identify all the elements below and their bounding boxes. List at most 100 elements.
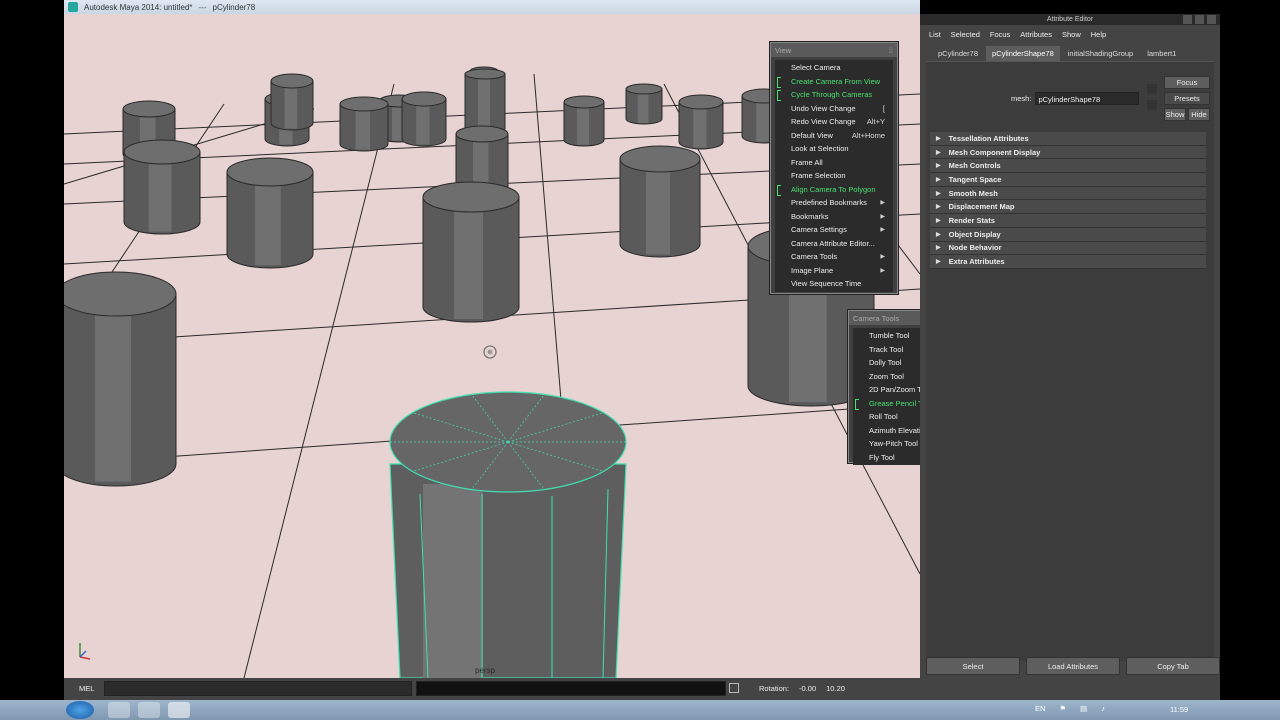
attribute-section-header[interactable]: ▶ Displacement Map (930, 200, 1206, 215)
view-menu-item[interactable]: View Sequence Time (775, 277, 893, 291)
clock[interactable]: 11:59 (1170, 705, 1188, 714)
attribute-section-header[interactable]: ▶ Extra Attributes (930, 255, 1206, 269)
view-menu-item[interactable]: Select Camera (775, 61, 893, 75)
view-menu-item[interactable]: Align Camera To Polygon (775, 183, 893, 197)
explorer-taskbar-icon[interactable] (108, 702, 130, 718)
expand-triangle-icon[interactable]: ▶ (936, 149, 941, 156)
minimize-icon[interactable] (1183, 15, 1192, 24)
expand-triangle-icon[interactable]: ▶ (936, 258, 941, 265)
attribute-section-header[interactable]: ▶ Object Display (930, 227, 1206, 242)
view-menu-item[interactable]: Camera Attribute Editor... (775, 237, 893, 251)
attribute-section-header[interactable]: ▶ Node Behavior (930, 241, 1206, 256)
tab-node[interactable]: initialShadingGroup (1061, 46, 1140, 61)
close-icon[interactable] (1207, 15, 1216, 24)
flag-icon[interactable]: ⚑ (1059, 704, 1066, 713)
expand-triangle-icon[interactable]: ▶ (936, 231, 941, 238)
rotation-y-value: 10.20 (826, 684, 845, 693)
focus-button[interactable]: Focus (1164, 76, 1210, 89)
cylinder-cap (563, 95, 605, 109)
menu-item-label: Roll Tool (869, 412, 898, 422)
tear-off-icon[interactable]: ⁞⁞ (889, 46, 893, 55)
menu-show[interactable]: Show (1062, 30, 1081, 39)
menu-item-label: Tumble Tool (869, 331, 910, 341)
tab-node[interactable]: pCylinder78 (932, 46, 985, 61)
section-label: Mesh Component Display (948, 147, 1041, 157)
view-menu-item[interactable]: Default View Alt+Home (775, 129, 893, 143)
section-label: Displacement Map (948, 202, 1015, 212)
network-icon[interactable]: ▤ (1080, 704, 1087, 713)
view-menu-item[interactable]: Predefined Bookmarks ▶ (775, 196, 893, 210)
menu-list[interactable]: List (929, 30, 941, 39)
select-button[interactable]: Select (926, 657, 1020, 675)
attribute-sections: ▶ Tessellation Attributes ▶ Mesh Component … (930, 132, 1206, 269)
menu-item-label: Bookmarks (791, 211, 829, 221)
expand-triangle-icon[interactable]: ▶ (936, 162, 941, 169)
menu-help[interactable]: Help (1091, 30, 1106, 39)
view-menu-item[interactable]: Bookmarks ▶ (775, 210, 893, 224)
view-menu-item[interactable]: Cycle Through Cameras (775, 88, 893, 102)
menu-attributes[interactable]: Attributes (1020, 30, 1052, 39)
expand-triangle-icon[interactable]: ▶ (936, 190, 941, 197)
attribute-section-header[interactable]: ▶ Smooth Mesh (930, 186, 1206, 201)
submenu-arrow-icon: ▶ (880, 213, 885, 220)
volume-icon[interactable]: ♪ (1101, 704, 1105, 713)
attribute-editor-menubar: List Selected Focus Attributes Show Help (920, 25, 1220, 43)
maximize-icon[interactable] (1195, 15, 1204, 24)
view-menu-item[interactable]: Frame All (775, 156, 893, 170)
view-menu-item[interactable]: Frame Selection (775, 169, 893, 183)
attribute-section-header[interactable]: ▶ Mesh Controls (930, 159, 1206, 174)
mesh-row: mesh: pCylinderShape78 (1011, 92, 1140, 105)
view-menu-title: View (775, 45, 792, 55)
attribute-editor-body: mesh: pCylinderShape78 Focus Presets Sho… (926, 61, 1214, 661)
chrome-taskbar-icon[interactable] (138, 702, 160, 718)
cylinder-highlight (454, 197, 483, 319)
script-editor-icon[interactable] (729, 683, 739, 693)
tab-node[interactable]: pCylinderShape78 (986, 46, 1060, 61)
node-input-arrow-icon[interactable] (1147, 84, 1157, 94)
expand-triangle-icon[interactable]: ▶ (936, 217, 941, 224)
attribute-section-header[interactable]: ▶ Mesh Component Display (930, 145, 1206, 160)
menu-selected[interactable]: Selected (951, 30, 980, 39)
mesh-name-field[interactable]: pCylinderShape78 (1035, 92, 1140, 105)
start-button[interactable] (66, 701, 94, 719)
attribute-editor-footer: Select Load Attributes Copy Tab (926, 657, 1220, 675)
menu-focus[interactable]: Focus (990, 30, 1010, 39)
mel-label[interactable]: MEL (79, 684, 94, 693)
attribute-section-header[interactable]: ▶ Tessellation Attributes (930, 132, 1206, 146)
expand-triangle-icon[interactable]: ▶ (936, 135, 941, 142)
node-output-arrow-icon[interactable] (1147, 100, 1157, 110)
view-menu-item[interactable]: Image Plane ▶ (775, 264, 893, 278)
cylinder-cap (401, 91, 447, 107)
title-separator: --- (198, 2, 207, 12)
attribute-section-header[interactable]: ▶ Tangent Space (930, 173, 1206, 187)
section-label: Mesh Controls (948, 161, 1001, 171)
expand-triangle-icon[interactable]: ▶ (936, 203, 941, 210)
presets-button[interactable]: Presets (1164, 92, 1210, 105)
language-indicator[interactable]: EN (1035, 704, 1045, 713)
view-menu-item[interactable]: Camera Tools ▶ (775, 250, 893, 264)
window-object-name: pCylinder78 (212, 2, 256, 12)
hide-button[interactable]: Hide (1188, 108, 1210, 121)
mesh-label: mesh: (1011, 94, 1032, 103)
view-menu-item[interactable]: Redo View Change Alt+Y (775, 115, 893, 129)
maya-taskbar-icon[interactable] (168, 702, 190, 718)
attribute-section-header[interactable]: ▶ Render Stats (930, 214, 1206, 228)
rotation-label: Rotation: (759, 684, 790, 693)
cylinder-cap (64, 271, 177, 317)
view-menu-item[interactable]: Undo View Change [ (775, 102, 893, 116)
tab-node[interactable]: lambert1 (1141, 46, 1183, 61)
view-menu-item[interactable]: Create Camera From View (775, 75, 893, 89)
window-title-bar: Autodesk Maya 2014: untitled* --- pCylin… (64, 0, 920, 14)
command-input[interactable] (104, 681, 412, 696)
menu-item-label: Camera Settings (791, 225, 847, 235)
load-attributes-button[interactable]: Load Attributes (1026, 657, 1120, 675)
expand-triangle-icon[interactable]: ▶ (936, 244, 941, 251)
view-menu-header[interactable]: View ⁞⁞ (771, 43, 897, 57)
section-label: Object Display (948, 229, 1001, 239)
show-button[interactable]: Show (1164, 108, 1186, 121)
view-menu-item[interactable]: Look at Selection (775, 142, 893, 156)
copy-tab-button[interactable]: Copy Tab (1126, 657, 1220, 675)
menu-item-label: Frame Selection (791, 171, 846, 181)
expand-triangle-icon[interactable]: ▶ (936, 176, 941, 183)
view-menu-item[interactable]: Camera Settings ▶ (775, 223, 893, 237)
